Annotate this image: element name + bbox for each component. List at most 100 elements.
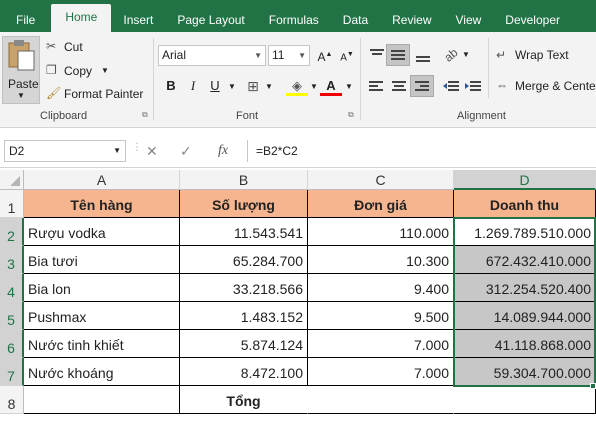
insert-function-icon[interactable]: fx	[218, 140, 228, 162]
dialog-launcher-icon[interactable]: ⧉	[142, 110, 148, 120]
divider	[360, 38, 361, 120]
table-cell[interactable]: Bia tươi	[24, 246, 180, 274]
paste-button[interactable]: Paste ▼	[2, 36, 40, 104]
tab-developer[interactable]: Developer	[493, 0, 572, 32]
tab-page-layout[interactable]: Page Layout	[165, 0, 256, 32]
row-header[interactable]: 6	[0, 330, 24, 358]
column-header-b[interactable]: B	[180, 170, 308, 190]
table-cell[interactable]: 9.400	[308, 274, 454, 302]
row-header[interactable]: 7	[0, 358, 24, 386]
italic-icon[interactable]: I	[182, 76, 204, 96]
table-cell[interactable]: Nước tinh khiết	[24, 330, 180, 358]
table-cell[interactable]: 110.000	[308, 218, 454, 246]
tab-insert[interactable]: Insert	[111, 0, 165, 32]
borders-dropdown-icon[interactable]: ▼	[265, 82, 273, 91]
table-cell[interactable]: 7.000	[308, 358, 454, 386]
font-name-combo[interactable]: Arial ▼	[158, 45, 266, 66]
total-row-cell[interactable]	[454, 386, 596, 414]
select-all-corner[interactable]	[0, 170, 24, 190]
column-title[interactable]: Tên hàng	[24, 190, 180, 218]
merge-center-button[interactable]: Merge & Cente	[515, 79, 596, 93]
column-title[interactable]: Đơn giá	[308, 190, 454, 218]
tab-data[interactable]: Data	[331, 0, 380, 32]
paintbrush-icon[interactable]: 🖌	[46, 86, 61, 100]
font-color-icon[interactable]: A	[320, 76, 342, 96]
decrease-indent-icon[interactable]	[442, 80, 460, 94]
table-cell[interactable]: 7.000	[308, 330, 454, 358]
bottom-align-icon[interactable]	[414, 48, 432, 64]
row-header[interactable]: 2	[0, 218, 24, 246]
row-header[interactable]: 5	[0, 302, 24, 330]
row-header[interactable]: 3	[0, 246, 24, 274]
copy-icon[interactable]: ❐	[46, 63, 57, 77]
tab-formulas[interactable]: Formulas	[257, 0, 331, 32]
table-cell[interactable]: 1.269.789.510.000	[454, 218, 596, 246]
font-color-dropdown-icon[interactable]: ▼	[345, 82, 353, 91]
cancel-icon[interactable]: ✕	[146, 140, 158, 162]
wrap-text-button[interactable]: Wrap Text	[515, 48, 569, 62]
table-cell[interactable]: 672.432.410.000	[454, 246, 596, 274]
bold-icon[interactable]: B	[160, 76, 182, 96]
row-header[interactable]: 8	[0, 386, 24, 414]
formula-input[interactable]: =B2*C2	[247, 140, 596, 162]
font-size-combo[interactable]: 11 ▼	[268, 45, 310, 66]
center-align-icon[interactable]	[390, 80, 408, 94]
enter-icon[interactable]: ✓	[180, 140, 192, 162]
table-cell[interactable]: 5.874.124	[180, 330, 308, 358]
fill-color-icon[interactable]: ◈	[286, 76, 308, 96]
tab-home[interactable]: Home	[51, 4, 112, 32]
merge-icon[interactable]: ⇔	[496, 78, 508, 92]
copy-dropdown-icon[interactable]: ▼	[101, 66, 109, 75]
table-cell[interactable]: 10.300	[308, 246, 454, 274]
middle-align-button[interactable]	[386, 44, 410, 66]
underline-dropdown-icon[interactable]: ▼	[228, 82, 236, 91]
dialog-launcher-icon[interactable]: ⧉	[348, 110, 354, 120]
tab-file[interactable]: File	[0, 0, 51, 32]
table-cell[interactable]: 312.254.520.400	[454, 274, 596, 302]
table-cell[interactable]: 11.543.541	[180, 218, 308, 246]
table-cell[interactable]: 1.483.152	[180, 302, 308, 330]
drag-handle-icon[interactable]: ⋮	[132, 142, 142, 153]
table-cell[interactable]: Bia lon	[24, 274, 180, 302]
table-cell[interactable]: 9.500	[308, 302, 454, 330]
table-cell[interactable]: 65.284.700	[180, 246, 308, 274]
column-title[interactable]: Doanh thu	[454, 190, 596, 218]
row-header[interactable]: 4	[0, 274, 24, 302]
tab-review[interactable]: Review	[380, 0, 443, 32]
table-cell[interactable]: 33.218.566	[180, 274, 308, 302]
table-cell[interactable]: 8.472.100	[180, 358, 308, 386]
right-align-button[interactable]	[410, 75, 434, 97]
fill-dropdown-icon[interactable]: ▼	[310, 82, 318, 91]
increase-font-icon[interactable]: A▲	[314, 45, 336, 65]
chevron-down-icon: ▼	[254, 51, 262, 60]
table-cell[interactable]: Nước khoáng	[24, 358, 180, 386]
decrease-font-icon[interactable]: A▼	[336, 45, 358, 65]
column-title[interactable]: Số lượng	[180, 190, 308, 218]
orientation-dropdown-icon[interactable]: ▼	[462, 50, 470, 59]
borders-icon[interactable]: ⊞	[242, 76, 264, 96]
table-cell[interactable]: Rượu vodka	[24, 218, 180, 246]
wrap-text-icon[interactable]: ↵	[496, 48, 506, 62]
tab-view[interactable]: View	[444, 0, 494, 32]
cut-button[interactable]: Cut	[64, 40, 83, 54]
total-row-cell[interactable]: Tổng	[180, 386, 308, 414]
table-cell[interactable]: 41.118.868.000	[454, 330, 596, 358]
name-box[interactable]: D2 ▼	[4, 140, 126, 162]
table-cell[interactable]: 59.304.700.000	[454, 358, 596, 386]
table-cell[interactable]: 14.089.944.000	[454, 302, 596, 330]
increase-indent-icon[interactable]	[464, 80, 482, 94]
column-header-c[interactable]: C	[308, 170, 454, 190]
format-painter-button[interactable]: Format Painter	[64, 87, 143, 101]
fill-handle[interactable]	[590, 383, 596, 389]
left-align-icon[interactable]	[368, 80, 386, 94]
table-cell[interactable]: Pushmax	[24, 302, 180, 330]
total-row-cell[interactable]	[24, 386, 180, 414]
column-header-a[interactable]: A	[24, 170, 180, 190]
top-align-icon[interactable]	[368, 48, 386, 62]
total-row-cell[interactable]	[308, 386, 454, 414]
column-header-d[interactable]: D	[454, 170, 596, 190]
copy-button[interactable]: Copy	[64, 64, 92, 78]
underline-icon[interactable]: U	[204, 76, 226, 96]
row-header[interactable]: 1	[0, 190, 24, 218]
scissors-icon[interactable]: ✂	[46, 39, 56, 53]
